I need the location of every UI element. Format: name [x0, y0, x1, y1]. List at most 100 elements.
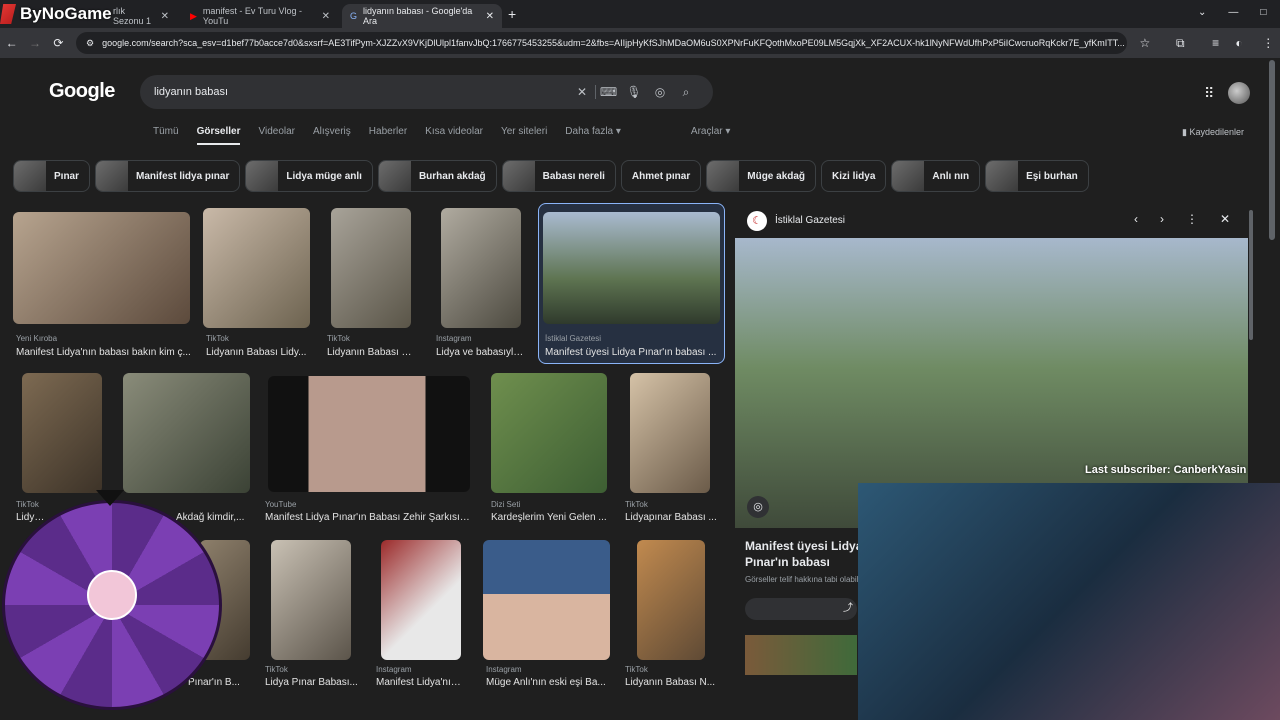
result-image[interactable]	[630, 373, 710, 493]
tab-images[interactable]: Görseller	[196, 126, 241, 145]
close-icon[interactable]: ✕	[161, 11, 169, 22]
chip[interactable]: Lidya müge anlı	[245, 160, 373, 192]
maximize-icon[interactable]: □	[1260, 7, 1266, 18]
clear-icon[interactable]: ✕	[569, 85, 595, 99]
result-image[interactable]	[268, 376, 470, 492]
close-icon[interactable]: ✕	[486, 11, 494, 22]
search-icon[interactable]: ⌕	[673, 85, 699, 100]
apps-grid-icon[interactable]: ⠿	[1204, 85, 1214, 102]
browser-tab[interactable]: ▶ manifest - Ev Turu Vlog - YouTu ✕	[182, 4, 338, 28]
share-button[interactable]: ⤴	[745, 598, 857, 620]
result-source: Instagram	[376, 665, 412, 674]
result-image[interactable]	[331, 208, 411, 328]
chip[interactable]: Eşi burhan	[985, 160, 1089, 192]
saved-button[interactable]: ▮ Kaydedilenler	[1182, 127, 1244, 138]
url-field[interactable]: ⚙ google.com/search?sca_esv=d1bef77b0acce…	[76, 32, 1128, 54]
next-icon[interactable]: ›	[1160, 212, 1164, 226]
result-image[interactable]	[203, 208, 310, 328]
tools-button[interactable]: Araçlar ▾	[691, 126, 730, 145]
result-image[interactable]	[637, 540, 705, 660]
result-caption[interactable]: Kardeşlerim Yeni Gelen ...	[491, 512, 607, 523]
result-caption[interactable]: Lidyanın Babası Lidy...	[206, 347, 310, 358]
new-tab-button[interactable]: +	[508, 6, 516, 22]
menu-icon[interactable]: ⋮	[1257, 36, 1280, 50]
brand-mark-icon	[0, 4, 16, 24]
tab-news[interactable]: Haberler	[369, 126, 407, 145]
microphone-icon[interactable]: 🎙	[621, 85, 647, 99]
wheel-mascot-avatar	[87, 570, 137, 620]
search-input[interactable]: lidyanın babası	[154, 86, 569, 98]
result-source: TikTok	[16, 500, 39, 509]
result-caption[interactable]: Manifest Lidya Pınar'ın Babası Zehir Şar…	[265, 512, 472, 523]
search-box[interactable]: lidyanın babası ✕ ⌨ 🎙 ◎ ⌕	[140, 75, 713, 109]
result-caption[interactable]: Lidya ve babasıyla...	[436, 347, 524, 358]
result-caption[interactable]: Manifest üyesi Lidya Pınar'ın babası ...	[545, 347, 717, 358]
chip[interactable]: Anlı nın	[891, 160, 981, 192]
browser-tab-active[interactable]: Glidyanın babası - Google'da Ara ✕	[342, 4, 502, 28]
result-caption[interactable]: Lidyapınar Babası ...	[625, 512, 717, 523]
result-caption[interactable]: Akdağ kimdir,...	[176, 512, 250, 523]
google-logo[interactable]: Google	[49, 80, 115, 103]
result-image[interactable]	[381, 540, 461, 660]
forward-icon[interactable]: →	[23, 36, 46, 50]
result-image[interactable]	[483, 540, 610, 660]
chevron-down-icon[interactable]: ⌄	[1198, 7, 1206, 18]
result-source: Dizi Seti	[491, 500, 521, 509]
result-source: TikTok	[625, 665, 648, 674]
tab-shopping[interactable]: Alışveriş	[313, 126, 351, 145]
panel-scrollbar[interactable]	[1249, 210, 1253, 340]
prev-icon[interactable]: ‹	[1134, 212, 1138, 226]
result-caption[interactable]: Manifest Lidya'nın babası bakın kim ç...	[16, 347, 191, 358]
publisher-logo-icon: ☾	[747, 211, 767, 231]
result-image[interactable]	[123, 373, 250, 493]
page-scrollbar[interactable]	[1269, 60, 1275, 240]
result-source: YouTube	[265, 500, 297, 509]
result-image[interactable]	[491, 373, 607, 493]
keyboard-icon[interactable]: ⌨	[595, 85, 621, 99]
result-image[interactable]	[441, 208, 521, 328]
result-image[interactable]	[22, 373, 102, 493]
result-caption[interactable]: Lidyanın Babası N...	[625, 677, 717, 688]
result-caption[interactable]: Manifest Lidya'nın ...	[376, 677, 466, 688]
tab-local[interactable]: Yer siteleri	[501, 126, 547, 145]
close-icon[interactable]: ✕	[322, 11, 330, 22]
chip[interactable]: Ahmet pınar	[620, 160, 702, 192]
tab-label: manifest - Ev Turu Vlog - YouTu	[202, 6, 302, 26]
media-icon[interactable]: ≡	[1204, 36, 1227, 50]
result-caption[interactable]: Lidyanın Babası N...	[327, 347, 415, 358]
result-image[interactable]	[271, 540, 351, 660]
back-icon[interactable]: ←	[0, 36, 23, 50]
tab-more[interactable]: Daha fazla ▾	[565, 126, 621, 145]
tab-videos[interactable]: Videolar	[258, 126, 295, 145]
related-thumbnail[interactable]	[745, 635, 857, 675]
minimize-icon[interactable]: —	[1228, 7, 1238, 18]
lens-icon[interactable]: ◎	[647, 85, 673, 99]
extensions-icon[interactable]: ⧉	[1169, 36, 1192, 51]
chip[interactable]: Burhan akdağ	[377, 160, 497, 192]
avatar[interactable]	[1228, 82, 1251, 104]
chip[interactable]: Kizi lidya	[821, 160, 887, 192]
result-caption[interactable]: Pınar'ın B...	[188, 677, 248, 688]
site-info-icon[interactable]: ⚙	[86, 38, 94, 49]
chip[interactable]: Babası nereli	[501, 160, 616, 192]
more-icon[interactable]: ⋮	[1186, 212, 1198, 226]
tab-all[interactable]: Tümü	[153, 126, 179, 145]
chip[interactable]: Pınar	[13, 160, 91, 192]
chip[interactable]: Müge akdağ	[706, 160, 817, 192]
chip[interactable]: Manifest lidya pınar	[95, 160, 241, 192]
result-caption[interactable]: Müge Anlı'nın eski eşi Ba...	[486, 677, 606, 688]
wheel-pointer-icon	[96, 490, 124, 506]
preview-title[interactable]: Manifest üyesi Lidya Pınar'ın babası kim…	[745, 538, 865, 570]
browser-tab[interactable]: rlık Sezonu 1 ✕	[105, 4, 177, 28]
result-caption[interactable]: Lidya Pınar Babası...	[265, 677, 360, 688]
reload-icon[interactable]: ⟳	[47, 36, 70, 50]
result-image[interactable]	[13, 212, 190, 324]
preview-source[interactable]: İstiklal Gazetesi	[775, 215, 845, 226]
close-icon[interactable]: ✕	[1220, 212, 1230, 226]
result-caption[interactable]: Lidya...	[16, 512, 46, 523]
lens-icon[interactable]: ◎	[747, 496, 769, 518]
result-image-selected[interactable]	[543, 212, 720, 324]
tab-short-videos[interactable]: Kısa videolar	[425, 126, 483, 145]
bookmark-star-icon[interactable]: ☆	[1133, 36, 1156, 50]
profile-icon[interactable]: ◐	[1227, 36, 1250, 50]
